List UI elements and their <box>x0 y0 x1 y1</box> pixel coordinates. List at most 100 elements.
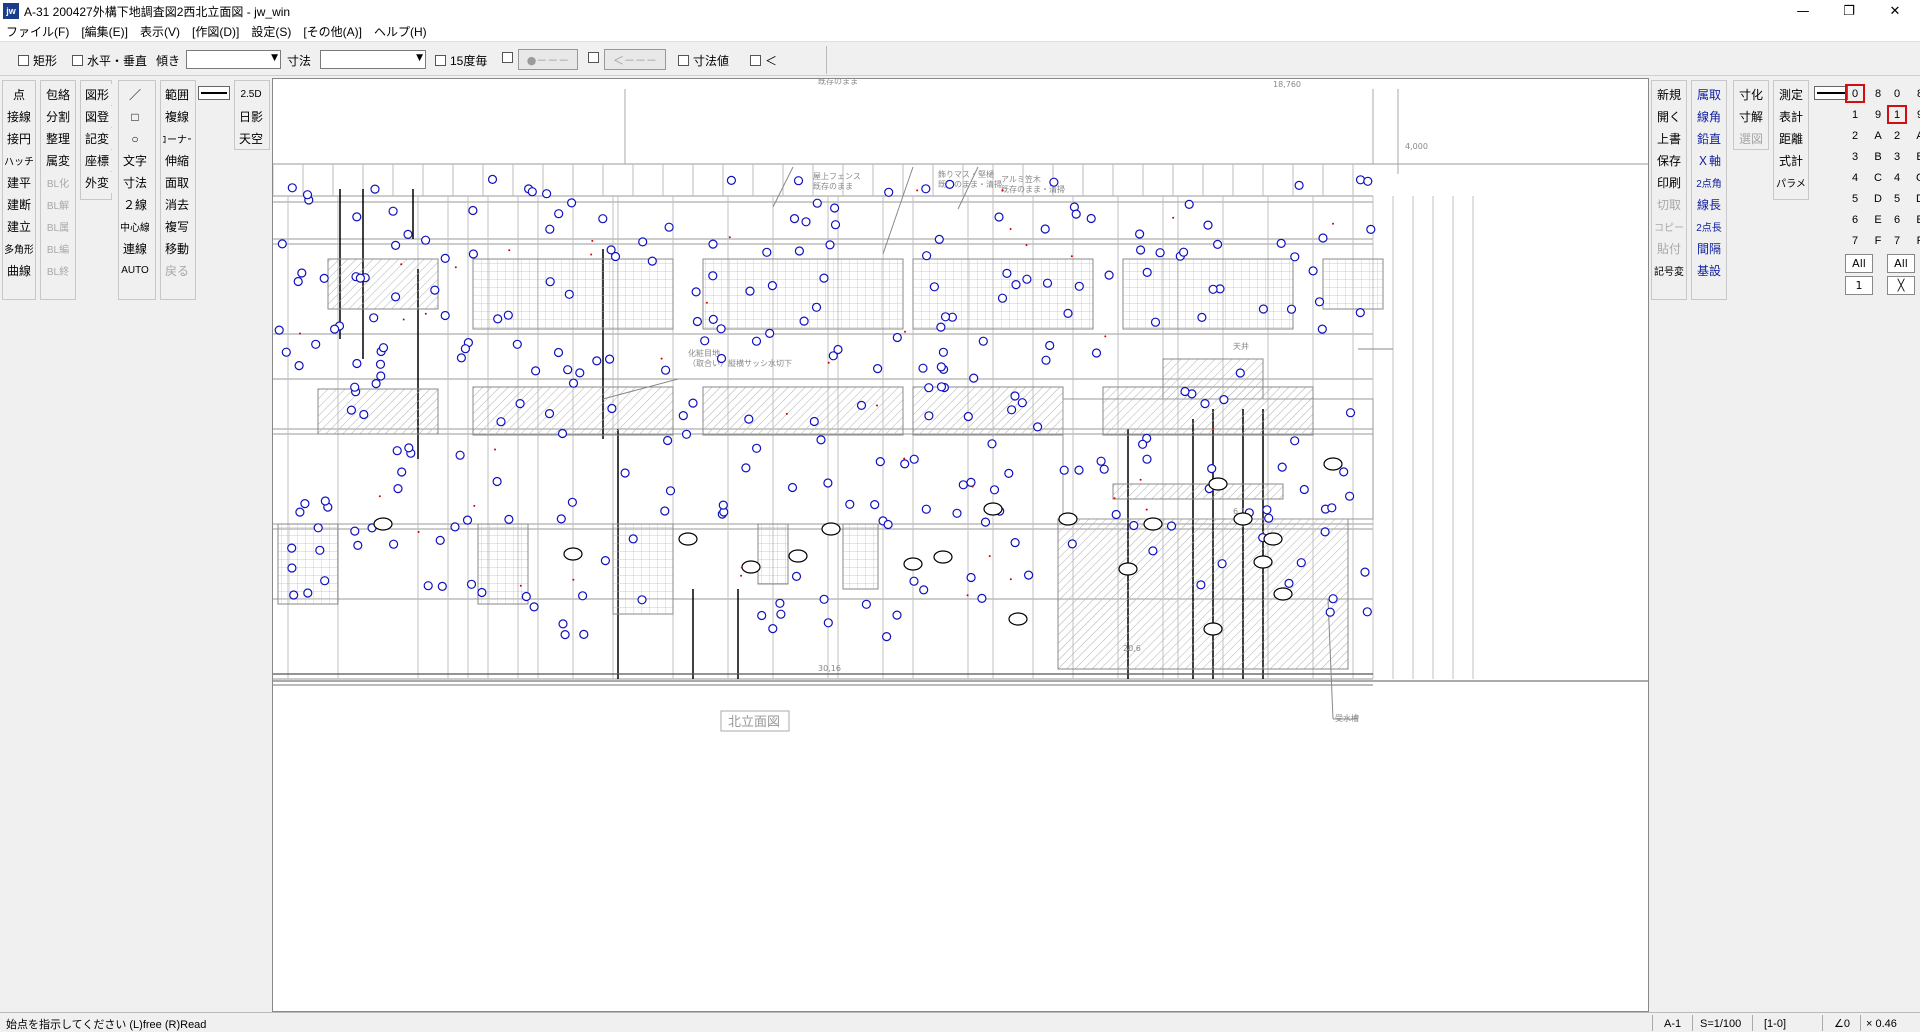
rtool-col2-1[interactable]: 線角 <box>1693 106 1725 127</box>
rtool-col1-8[interactable]: 線記号変形 <box>1653 260 1685 281</box>
tool-col1-1[interactable]: 接線 <box>4 106 34 127</box>
layer-group-0[interactable]: 0 <box>1845 84 1865 103</box>
rtool-col1-2[interactable]: 上書 <box>1653 128 1685 149</box>
tool-col2-0[interactable]: 包絡 <box>43 84 73 105</box>
tool-col1-2[interactable]: 接円 <box>4 128 34 149</box>
tool-col5-5[interactable]: 消去 <box>162 194 192 215</box>
menu-help[interactable]: ヘルプ(H) <box>368 23 433 40</box>
checkbox-box[interactable] <box>588 52 599 63</box>
menu-settings[interactable]: 設定(S) <box>245 23 297 40</box>
layer-group-2[interactable]: 2 <box>1845 126 1865 145</box>
layer-7[interactable]: 7 <box>1887 231 1907 250</box>
tool-col4-3[interactable]: 文字 <box>120 150 150 171</box>
layer-group-9[interactable]: 9 <box>1868 105 1888 124</box>
tool-col5-1[interactable]: 複線 <box>162 106 192 127</box>
layer-group-E[interactable]: E <box>1868 210 1888 229</box>
checkbox-box[interactable] <box>18 55 29 66</box>
lt-checkbox[interactable]: ＜ <box>750 52 777 69</box>
rtool-col4-4[interactable]: パラメ <box>1775 172 1807 193</box>
layer-group-6[interactable]: 6 <box>1845 210 1865 229</box>
rtool-col1-6[interactable]: コピー <box>1653 216 1685 237</box>
menu-draw[interactable]: [作図(D)] <box>186 23 245 40</box>
drawing-canvas[interactable]: 屋上フェンス 既存のまま 飾りマス・堅樋 既存のまま・清掃 アルミ笠木 既存のまま・清掃化… <box>272 78 1649 1012</box>
checkbox-box[interactable] <box>678 55 689 66</box>
layer-0[interactable]: 0 <box>1887 84 1907 103</box>
layer-9[interactable]: 9 <box>1910 105 1920 124</box>
rtool-col1-3[interactable]: 保存 <box>1653 150 1685 171</box>
layer-F[interactable]: F <box>1910 231 1920 250</box>
layer-5[interactable]: 5 <box>1887 189 1907 208</box>
layer-group-1[interactable]: 1 <box>1845 105 1865 124</box>
layer-2[interactable]: 2 <box>1887 126 1907 145</box>
rtool-col2-5[interactable]: 線長 <box>1693 194 1725 215</box>
rtool-col4-0[interactable]: 測定 <box>1775 84 1807 105</box>
layer-bottom-left-button[interactable]: 1 <box>1845 276 1873 295</box>
line-style-swatch[interactable] <box>198 86 230 100</box>
maximize-button[interactable]: ❐ <box>1826 0 1872 22</box>
layer-group-8[interactable]: 8 <box>1868 84 1888 103</box>
tool-col2-2[interactable]: 整理 <box>43 128 73 149</box>
layer-D[interactable]: D <box>1910 189 1920 208</box>
tool-col6-2[interactable]: 天空 <box>236 128 266 149</box>
tool-col3-4[interactable]: 外変 <box>82 172 112 193</box>
tool-col1-0[interactable]: 点 <box>4 84 34 105</box>
tool-col2-7[interactable]: BL編 <box>43 238 73 259</box>
rtool-col2-6[interactable]: 2点長 <box>1693 216 1725 237</box>
rtool-col2-3[interactable]: Ｘ軸 <box>1693 150 1725 171</box>
checkbox-box[interactable] <box>750 55 761 66</box>
tool-col3-3[interactable]: 座標 <box>82 150 112 171</box>
tool-col4-0[interactable]: ／ <box>120 84 150 105</box>
slope-combo[interactable]: ▼ <box>186 50 281 69</box>
tool-col2-4[interactable]: BL化 <box>43 172 73 193</box>
tool-col3-2[interactable]: 記変 <box>82 128 112 149</box>
tool-col6-1[interactable]: 日影 <box>236 106 266 127</box>
tool-col2-8[interactable]: BL終 <box>43 260 73 281</box>
rtool-col1-7[interactable]: 貼付 <box>1653 238 1685 259</box>
rtool-col4-2[interactable]: 距離 <box>1775 128 1807 149</box>
arrow-button[interactable]: ＜－－－ <box>604 49 666 70</box>
menu-view[interactable]: 表示(V) <box>134 23 186 40</box>
layer-indicator[interactable]: [1-0] <box>1764 1016 1786 1031</box>
tool-col4-6[interactable]: 中心線 <box>120 216 150 237</box>
minimize-button[interactable]: — <box>1780 0 1826 22</box>
layer-group-A[interactable]: A <box>1868 126 1888 145</box>
tool-col4-8[interactable]: AUTO <box>120 260 150 281</box>
tool-col3-0[interactable]: 図形 <box>82 84 112 105</box>
layer-group-7[interactable]: 7 <box>1845 231 1865 250</box>
tool-col3-1[interactable]: 図登 <box>82 106 112 127</box>
rtool-col2-0[interactable]: 属取 <box>1693 84 1725 105</box>
layer-B[interactable]: B <box>1910 147 1920 166</box>
rtool-col2-2[interactable]: 鉛直 <box>1693 128 1725 149</box>
tool-col4-5[interactable]: ２線 <box>120 194 150 215</box>
tool-col5-8[interactable]: 戻る <box>162 260 192 281</box>
rtool-col2-4[interactable]: 2点角 <box>1693 172 1725 193</box>
tool-col1-7[interactable]: 多角形 <box>4 238 34 259</box>
layer-4[interactable]: 4 <box>1887 168 1907 187</box>
dimension-combo[interactable]: ▼ <box>320 50 426 69</box>
tool-col1-6[interactable]: 建立 <box>4 216 34 237</box>
rtool-col3-1[interactable]: 寸解 <box>1735 106 1767 127</box>
dots-button[interactable]: ●－－－ <box>518 49 578 70</box>
layer-group-4[interactable]: 4 <box>1845 168 1865 187</box>
close-button[interactable]: ✕ <box>1872 0 1918 22</box>
tool-col5-6[interactable]: 複写 <box>162 216 192 237</box>
tool-col5-2[interactable]: コーナー <box>162 128 192 149</box>
layer-group-5[interactable]: 5 <box>1845 189 1865 208</box>
tool-col5-3[interactable]: 伸縮 <box>162 150 192 171</box>
tool-col2-6[interactable]: BL属 <box>43 216 73 237</box>
rtool-col2-8[interactable]: 基設 <box>1693 260 1725 281</box>
layer-E[interactable]: E <box>1910 210 1920 229</box>
rtool-col3-2[interactable]: 選図 <box>1735 128 1767 149</box>
layer-bottom-right-button[interactable]: ╳ <box>1887 276 1915 295</box>
tool-col5-7[interactable]: 移動 <box>162 238 192 259</box>
tool-col2-1[interactable]: 分割 <box>43 106 73 127</box>
dim-value-checkbox[interactable]: 寸法値 <box>678 52 729 69</box>
tool-col4-2[interactable]: ○ <box>120 128 150 149</box>
arrow-checkbox[interactable] <box>588 52 603 63</box>
rtool-col1-0[interactable]: 新規 <box>1653 84 1685 105</box>
layer-group-D[interactable]: D <box>1868 189 1888 208</box>
layer-group-3[interactable]: 3 <box>1845 147 1865 166</box>
deg15-checkbox[interactable]: 15度毎 <box>435 52 487 69</box>
rtool-col4-3[interactable]: 式計 <box>1775 150 1807 171</box>
layer-8[interactable]: 8 <box>1910 84 1920 103</box>
